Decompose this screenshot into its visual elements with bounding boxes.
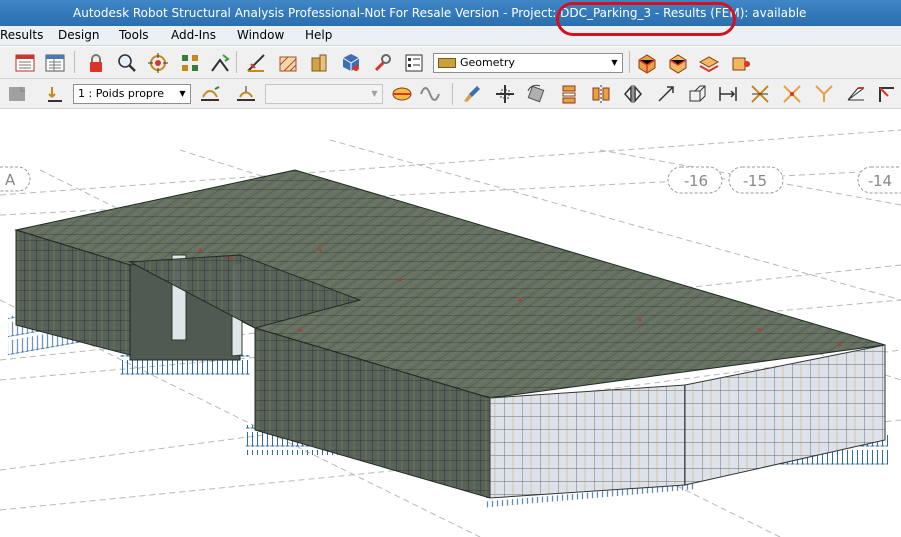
pointer-icon[interactable] bbox=[728, 50, 754, 76]
load-display-icon[interactable] bbox=[197, 81, 223, 107]
combination-icon[interactable] bbox=[233, 81, 259, 107]
toolbar-separator bbox=[74, 51, 75, 73]
load-case-select-value: 1 : Poids propre bbox=[78, 87, 164, 100]
model-mesh bbox=[14, 169, 886, 499]
menu-bar: Results Design Tools Add-Ins Window Help bbox=[0, 26, 901, 46]
translate-icon[interactable] bbox=[715, 81, 741, 107]
grid-label-15-value: 15 bbox=[748, 172, 767, 190]
deformation-icon[interactable] bbox=[389, 81, 415, 107]
layout-select[interactable]: Geometry ▼ bbox=[433, 53, 623, 73]
solid-view-icon[interactable] bbox=[634, 50, 660, 76]
table-icon[interactable] bbox=[42, 50, 68, 76]
load-case-select[interactable]: 1 : Poids propre ▼ bbox=[73, 84, 191, 104]
window-title: Autodesk Robot Structural Analysis Profe… bbox=[73, 6, 807, 20]
model-viewport[interactable]: A - 16 - 15 - 14 bbox=[0, 110, 901, 537]
window-title-bar: Autodesk Robot Structural Analysis Profe… bbox=[0, 0, 901, 26]
measure-icon[interactable] bbox=[243, 50, 269, 76]
nodes-icon[interactable] bbox=[177, 50, 203, 76]
lock-icon[interactable] bbox=[83, 50, 109, 76]
trim-icon[interactable] bbox=[811, 81, 837, 107]
layout-select-value: Geometry bbox=[460, 56, 515, 69]
extrude-icon[interactable] bbox=[684, 81, 710, 107]
section-icon[interactable] bbox=[306, 50, 332, 76]
chevron-down-icon: ▼ bbox=[371, 89, 378, 98]
symmetry-icon[interactable] bbox=[620, 81, 646, 107]
target-icon[interactable] bbox=[145, 50, 171, 76]
scale-icon[interactable] bbox=[653, 81, 679, 107]
toolbar-separator bbox=[236, 51, 237, 73]
grid-label-16-value: 16 bbox=[689, 172, 708, 190]
toolbar-separator bbox=[452, 83, 453, 105]
properties-icon[interactable] bbox=[401, 50, 427, 76]
move-icon[interactable] bbox=[492, 81, 518, 107]
secondary-toolbar: 1 : Poids propre ▼ ▼ bbox=[0, 79, 901, 109]
extend-icon[interactable] bbox=[843, 81, 869, 107]
display-view-icon[interactable] bbox=[696, 50, 722, 76]
load-case-icon[interactable] bbox=[42, 81, 68, 107]
brush-icon[interactable] bbox=[459, 81, 485, 107]
mirror-icon[interactable] bbox=[588, 81, 614, 107]
grid-label-a: A bbox=[5, 171, 16, 189]
gray-square-icon bbox=[4, 81, 30, 107]
rotate-icon[interactable] bbox=[523, 81, 549, 107]
cube-icon[interactable] bbox=[338, 50, 364, 76]
menu-add-ins[interactable]: Add-Ins bbox=[171, 28, 216, 42]
menu-design[interactable]: Design bbox=[58, 28, 99, 42]
menu-window[interactable]: Window bbox=[237, 28, 284, 42]
grid-labels: A - 16 - 15 - 14 bbox=[0, 166, 901, 194]
corner-icon[interactable] bbox=[874, 81, 900, 107]
divide-icon[interactable] bbox=[779, 81, 805, 107]
zoom-icon[interactable] bbox=[114, 50, 140, 76]
main-toolbar: Geometry ▼ bbox=[0, 47, 901, 79]
align-icon[interactable] bbox=[556, 81, 582, 107]
geometry-icon bbox=[438, 58, 456, 68]
mode-select[interactable]: ▼ bbox=[265, 84, 383, 104]
toolbar-separator bbox=[629, 51, 630, 73]
menu-tools[interactable]: Tools bbox=[119, 28, 149, 42]
wrench-icon[interactable] bbox=[369, 50, 395, 76]
cut-view-icon[interactable] bbox=[665, 50, 691, 76]
model-scene: A - 16 - 15 - 14 bbox=[0, 129, 901, 537]
hatch-icon[interactable] bbox=[275, 50, 301, 76]
calendar-icon[interactable] bbox=[12, 50, 38, 76]
chevron-down-icon: ▼ bbox=[611, 58, 618, 67]
chevron-down-icon: ▼ bbox=[179, 89, 186, 98]
intersect-icon[interactable] bbox=[747, 81, 773, 107]
menu-results[interactable]: Results bbox=[0, 28, 43, 42]
grid-label-14-value: 14 bbox=[873, 172, 892, 190]
bars-icon[interactable] bbox=[207, 50, 233, 76]
menu-help[interactable]: Help bbox=[305, 28, 332, 42]
sine-wave-icon[interactable] bbox=[418, 81, 444, 107]
